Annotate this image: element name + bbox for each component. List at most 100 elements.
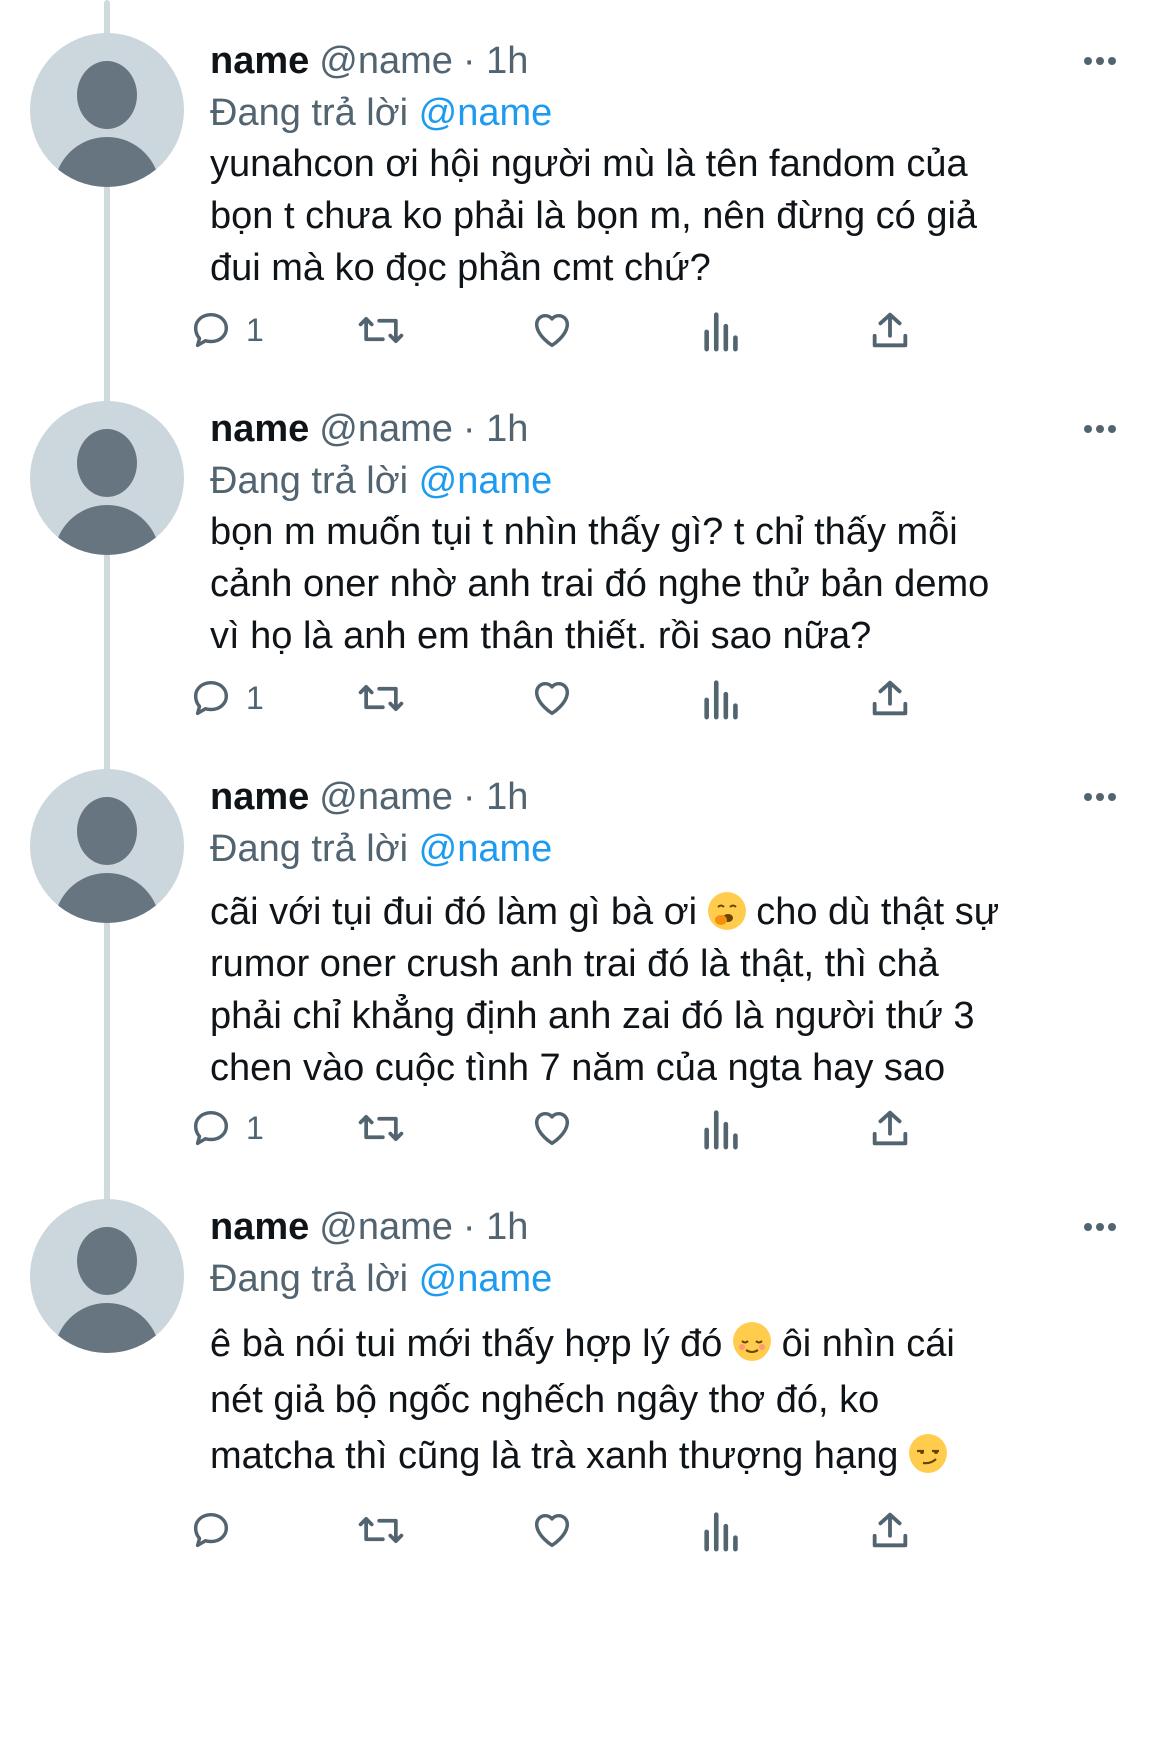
more-icon[interactable] bbox=[1070, 772, 1130, 822]
timestamp[interactable]: · 1h bbox=[463, 1206, 528, 1248]
display-name[interactable]: name bbox=[210, 1206, 309, 1248]
retweet-icon bbox=[358, 1115, 404, 1141]
share-icon bbox=[872, 1110, 908, 1146]
replying-to: Đang trả lời @name bbox=[210, 88, 552, 138]
replying-to-label: Đang trả lời bbox=[210, 460, 409, 502]
tweet-text-line: yunahcon ơi hội người mù là tên fandom c… bbox=[210, 143, 968, 185]
reply-count: 1 bbox=[246, 679, 264, 716]
like-button[interactable] bbox=[528, 668, 576, 728]
tweet-text-span: ôi nhìn cái bbox=[781, 1323, 955, 1365]
like-button[interactable] bbox=[528, 1098, 576, 1158]
handle[interactable]: @name bbox=[319, 1206, 453, 1248]
mention-link[interactable]: @name bbox=[419, 460, 553, 502]
tweet-header: name @name · 1h bbox=[210, 772, 528, 822]
tweet-header: name @name · 1h bbox=[210, 404, 528, 454]
timestamp[interactable]: · 1h bbox=[463, 40, 528, 82]
analytics-icon bbox=[704, 312, 738, 352]
mention-link[interactable]: @name bbox=[419, 1258, 553, 1300]
reply-button[interactable] bbox=[188, 1500, 246, 1560]
handle[interactable]: @name bbox=[319, 408, 453, 450]
tweet-text-line: bọn m muốn tụi t nhìn thấy gì? t chỉ thấ… bbox=[210, 511, 958, 553]
tweet-actions bbox=[0, 1500, 1170, 1560]
avatar[interactable] bbox=[30, 1199, 184, 1353]
tweet-text: ê bà nói tui mới thấy hợp lý đó ôi nhìn … bbox=[210, 1316, 1130, 1484]
tweet-text-line: chen vào cuộc tình 7 năm của ngta hay sa… bbox=[210, 1047, 946, 1089]
tweet-text-line: matcha thì cũng là trà xanh thượng hạng bbox=[210, 1428, 1130, 1484]
like-button[interactable] bbox=[528, 1500, 576, 1560]
tweet-header: name @name · 1h bbox=[210, 1202, 528, 1252]
avatar[interactable] bbox=[30, 33, 184, 187]
mention-link[interactable]: @name bbox=[419, 92, 553, 134]
tweet-text-span: cãi với tụi đui đó làm gì bà ơi bbox=[210, 891, 698, 933]
like-icon bbox=[534, 1513, 570, 1548]
tweet-text-span: cho dù thật sự bbox=[756, 891, 1000, 933]
analytics-icon bbox=[704, 1512, 738, 1552]
handle[interactable]: @name bbox=[319, 776, 453, 818]
tweet-text-line: đui mà ko đọc phần cmt chứ? bbox=[210, 247, 711, 289]
replying-to-label: Đang trả lời bbox=[210, 92, 409, 134]
reply-icon bbox=[193, 312, 229, 348]
more-icon[interactable] bbox=[1070, 404, 1130, 454]
display-name[interactable]: name bbox=[210, 40, 309, 82]
like-button[interactable] bbox=[528, 300, 576, 360]
retweet-button[interactable] bbox=[355, 1500, 407, 1560]
retweet-button[interactable] bbox=[355, 1098, 407, 1158]
mention-link[interactable]: @name bbox=[419, 828, 553, 870]
retweet-icon bbox=[358, 1517, 404, 1543]
smirking-face-emoji bbox=[908, 1434, 947, 1473]
more-icon[interactable] bbox=[1070, 1202, 1130, 1252]
share-icon bbox=[872, 312, 908, 348]
display-name[interactable]: name bbox=[210, 776, 309, 818]
tweet-text-line: cảnh oner nhờ anh trai đó nghe thử bản d… bbox=[210, 563, 990, 605]
retweet-icon bbox=[358, 317, 404, 343]
replying-to: Đang trả lời @name bbox=[210, 456, 552, 506]
more-icon[interactable] bbox=[1070, 36, 1130, 86]
share-icon bbox=[872, 1512, 908, 1548]
like-icon bbox=[534, 1111, 570, 1146]
reply-icon bbox=[193, 1110, 229, 1146]
replying-to: Đang trả lời @name bbox=[210, 824, 552, 874]
analytics-button[interactable] bbox=[700, 1500, 744, 1560]
share-button[interactable] bbox=[866, 1500, 914, 1560]
retweet-button[interactable] bbox=[355, 668, 407, 728]
tweet-actions: 1 bbox=[0, 1098, 1170, 1158]
yawning-face-emoji bbox=[707, 892, 746, 930]
replying-to: Đang trả lời @name bbox=[210, 1254, 552, 1304]
replying-to-label: Đang trả lời bbox=[210, 1258, 409, 1300]
share-button[interactable] bbox=[866, 1098, 914, 1158]
retweet-icon bbox=[358, 684, 404, 711]
replying-to-label: Đang trả lời bbox=[210, 828, 409, 870]
tweet-header: name @name · 1h bbox=[210, 36, 528, 86]
tweet-text-line: nét giả bộ ngốc nghếch ngây thơ đó, ko bbox=[210, 1379, 880, 1421]
like-icon bbox=[534, 313, 570, 348]
timestamp[interactable]: · 1h bbox=[463, 408, 528, 450]
share-icon bbox=[872, 680, 908, 716]
reply-button[interactable]: 1 bbox=[188, 300, 264, 360]
tweet-text-line: cãi với tụi đui đó làm gì bà ơi cho dù t… bbox=[210, 886, 1130, 938]
analytics-button[interactable] bbox=[700, 668, 744, 728]
timestamp[interactable]: · 1h bbox=[463, 776, 528, 818]
share-button[interactable] bbox=[866, 300, 914, 360]
retweet-button[interactable] bbox=[355, 300, 407, 360]
like-icon bbox=[534, 681, 570, 716]
reply-button[interactable]: 1 bbox=[188, 668, 264, 728]
tweet-text-span: matcha thì cũng là trà xanh thượng hạng bbox=[210, 1435, 899, 1477]
analytics-icon bbox=[704, 680, 738, 720]
tweet-text-line: rumor oner crush anh trai đó là thật, th… bbox=[210, 943, 939, 985]
tweet-actions: 1 bbox=[0, 668, 1170, 728]
handle[interactable]: @name bbox=[319, 40, 453, 82]
tweet-text-line: phải chỉ khẳng định anh zai đó là người … bbox=[210, 995, 975, 1037]
avatar[interactable] bbox=[30, 769, 184, 923]
tweet-text: yunahcon ơi hội người mù là tên fandom c… bbox=[210, 138, 1130, 294]
reply-icon bbox=[193, 1512, 229, 1548]
tweet-text-line: ê bà nói tui mới thấy hợp lý đó ôi nhìn … bbox=[210, 1316, 1130, 1372]
relieved-face-emoji bbox=[733, 1322, 772, 1361]
tweet-actions: 1 bbox=[0, 300, 1170, 360]
analytics-button[interactable] bbox=[700, 1098, 744, 1158]
avatar[interactable] bbox=[30, 401, 184, 555]
display-name[interactable]: name bbox=[210, 408, 309, 450]
analytics-button[interactable] bbox=[700, 300, 744, 360]
share-button[interactable] bbox=[866, 668, 914, 728]
tweet-text: cãi với tụi đui đó làm gì bà ơi cho dù t… bbox=[210, 886, 1130, 1094]
reply-button[interactable]: 1 bbox=[188, 1098, 264, 1158]
